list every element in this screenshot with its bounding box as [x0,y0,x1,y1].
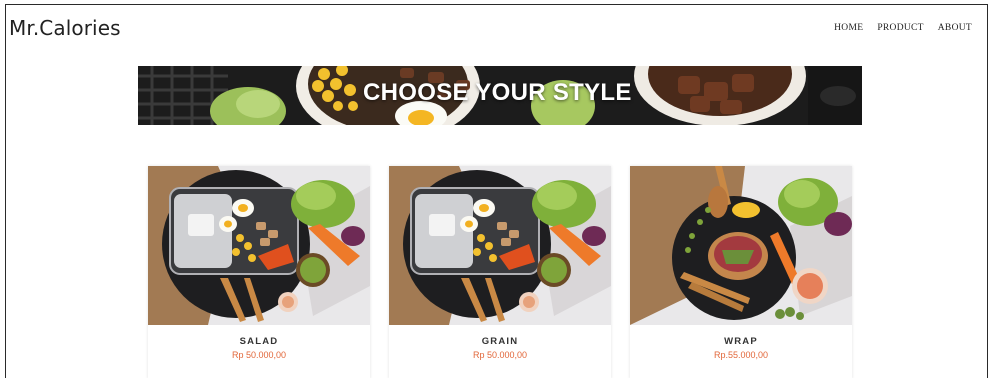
main-nav: HOME PRODUCT ABOUT [834,23,972,33]
product-image-wrap[interactable] [630,166,852,325]
nav-product[interactable]: PRODUCT [877,23,923,33]
site-logo[interactable]: Mr.Calories [9,16,121,40]
nav-about[interactable]: ABOUT [938,23,972,33]
product-card-salad[interactable]: SALAD Rp 50.000,00 [148,166,370,378]
product-price: Rp.55.000,00 [713,350,769,360]
product-card-grain[interactable]: GRAIN Rp 50.000,00 [389,166,611,378]
product-name[interactable]: SALAD [148,336,370,347]
product-image-salad[interactable] [148,166,370,325]
browser-viewport: Mr.Calories HOME PRODUCT ABOUT CHOOSE YO… [5,4,988,378]
product-card-wrap[interactable]: WRAP Rp.55.000,00 [630,166,852,378]
product-name[interactable]: WRAP [630,336,852,347]
product-price: Rp 50.000,00 [472,350,528,360]
product-name[interactable]: GRAIN [389,336,611,347]
hero-title: CHOOSE YOUR STYLE [363,79,632,106]
hero-banner: CHOOSE YOUR STYLE [138,66,862,125]
product-image-grain[interactable] [389,166,611,325]
product-price: Rp 50.000,00 [231,350,287,360]
nav-home[interactable]: HOME [834,23,863,33]
